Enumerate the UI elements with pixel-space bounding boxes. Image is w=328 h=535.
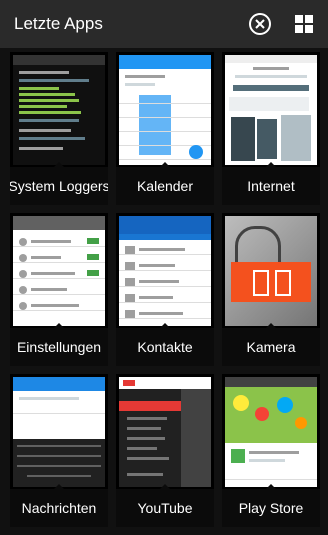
app-card-play-store[interactable]: Play Store [222, 374, 320, 527]
app-card-internet[interactable]: Internet [222, 52, 320, 205]
app-thumbnail [119, 216, 211, 326]
app-label: YouTube [116, 489, 214, 527]
app-thumbnail [225, 216, 317, 326]
app-label: Play Store [222, 489, 320, 527]
page-title: Letzte Apps [14, 14, 103, 33]
app-label: Kalender [116, 167, 214, 205]
app-thumbnail [13, 216, 105, 326]
app-card-system-loggers[interactable]: System Loggers [10, 52, 108, 205]
app-card-kontakte[interactable]: Kontakte [116, 213, 214, 366]
app-card-nachrichten[interactable]: Nachrichten [10, 374, 108, 527]
app-label: Kamera [222, 328, 320, 366]
app-thumbnail [225, 55, 317, 165]
grid-layout-icon[interactable] [284, 4, 324, 44]
app-card-einstellungen[interactable]: Einstellungen [10, 213, 108, 366]
app-thumbnail [225, 377, 317, 487]
app-label: Kontakte [116, 328, 214, 366]
top-bar: Letzte Apps [0, 0, 328, 48]
app-card-kalender[interactable]: Kalender [116, 52, 214, 205]
close-all-icon[interactable] [240, 4, 280, 44]
app-thumbnail [13, 377, 105, 487]
app-thumbnail [13, 55, 105, 165]
app-card-youtube[interactable]: YouTube [116, 374, 214, 527]
app-thumbnail [119, 55, 211, 165]
app-label: Nachrichten [10, 489, 108, 527]
app-thumbnail [119, 377, 211, 487]
app-card-kamera[interactable]: Kamera [222, 213, 320, 366]
app-label: Einstellungen [10, 328, 108, 366]
app-label: System Loggers [10, 167, 108, 205]
recent-apps-grid: System Loggers Kalender Internet Einstel… [10, 52, 320, 530]
app-label: Internet [222, 167, 320, 205]
